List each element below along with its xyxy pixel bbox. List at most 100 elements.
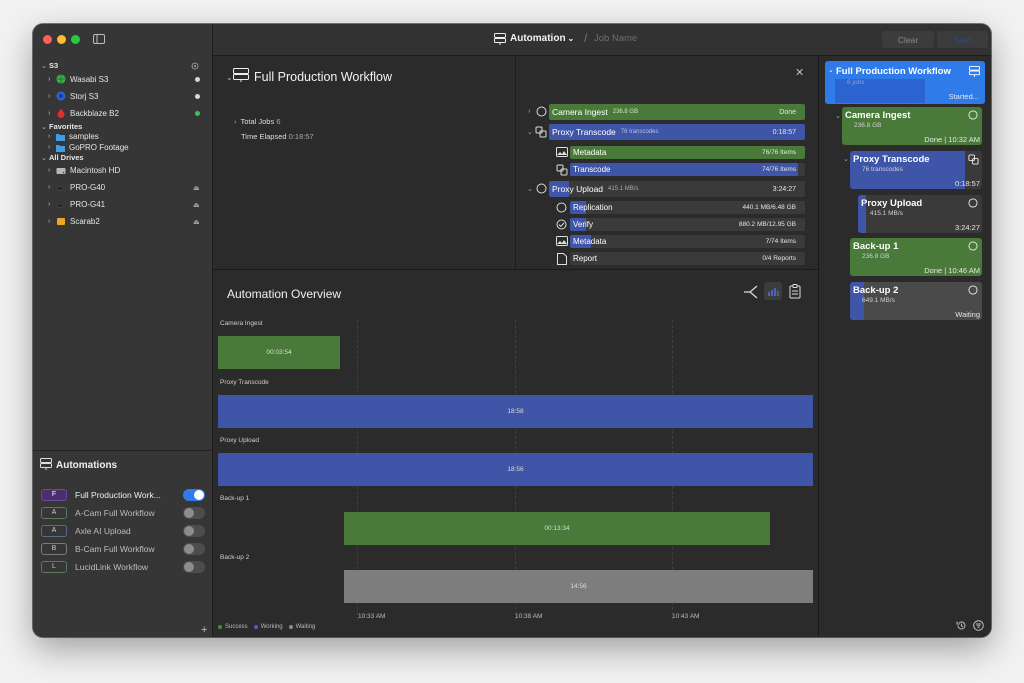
job-card-backup-2[interactable]: Back-up 2 649.1 MB/s Waiting: [850, 282, 982, 320]
transcode-icon: [535, 126, 547, 138]
add-automation-button[interactable]: +: [201, 624, 207, 636]
automation-toggle[interactable]: [183, 488, 205, 501]
step-label: Metadata: [573, 237, 607, 246]
automation-item-a-cam[interactable]: A A-Cam Full Workflow: [41, 505, 205, 520]
eject-icon[interactable]: ⏏: [193, 218, 200, 226]
sidebar-item-scarab2[interactable]: › Scarab2: [48, 217, 100, 226]
automation-toggle[interactable]: [183, 542, 205, 555]
sidebar-item-pro-g40[interactable]: › PRO-G40: [48, 183, 105, 192]
workflow-title: Full Production Workflow: [254, 70, 393, 84]
gantt-bar-proxy-transcode[interactable]: 18:58: [218, 395, 813, 428]
sidebar-item-gopro[interactable]: › GoPRO Footage: [48, 143, 129, 152]
chart-view-button[interactable]: [764, 282, 782, 300]
start-button[interactable]: Start: [937, 31, 988, 48]
settings-icon[interactable]: [191, 62, 199, 70]
job-card-title: Back-up 2: [853, 285, 899, 296]
step-verify[interactable]: Verify 880.2 MB/12.95 GB: [570, 218, 805, 231]
job-card-status: Done | 10:46 AM: [924, 266, 980, 275]
job-card-status: 0:18:57: [954, 179, 980, 188]
section-s3[interactable]: ⌄ S3: [41, 61, 58, 70]
total-jobs-row[interactable]: › Total Jobs 6: [234, 117, 281, 126]
step-metadata[interactable]: Metadata 76/76 Items: [570, 146, 805, 159]
globe-icon: [56, 74, 66, 84]
clear-button[interactable]: Clear: [882, 31, 934, 48]
step-label: Metadata: [573, 148, 607, 157]
automation-item-axle-ai[interactable]: A Axle AI Upload: [41, 523, 205, 538]
chevron-right-icon: ›: [48, 92, 51, 100]
step-proxy-upload[interactable]: Proxy Upload 415.1 MB/s 3:24:27: [549, 181, 805, 197]
external-drive-icon: [56, 203, 64, 207]
automation-item-full-production[interactable]: F Full Production Work...: [41, 487, 205, 502]
job-card-camera-ingest[interactable]: Camera Ingest 236.8 GB Done | 10:32 AM: [842, 107, 982, 145]
step-transcode[interactable]: Transcode 74/76 Items: [570, 163, 805, 176]
chevron-down-icon[interactable]: ⌄: [835, 112, 841, 120]
share-graph-icon[interactable]: [743, 285, 759, 299]
sidebar-item-storj[interactable]: › Storj S3: [48, 91, 98, 101]
step-camera-ingest[interactable]: Camera Ingest 236.8 GB Done: [549, 104, 805, 120]
time-axis-tick: 10:33 AM: [358, 613, 386, 620]
sidebar-toggle-icon[interactable]: [93, 34, 105, 44]
automation-stack-icon: [969, 66, 980, 77]
job-card-full-production[interactable]: ⌄ Full Production Workflow 6 jobs Starte…: [825, 61, 985, 104]
gantt-row-label: Proxy Upload: [220, 437, 260, 444]
step-metadata-upload[interactable]: Metadata 7/74 Items: [570, 235, 805, 248]
gantt-bar-camera-ingest[interactable]: 00:03:54: [218, 336, 340, 369]
automation-menu-button[interactable]: Automation ⌄: [510, 33, 574, 44]
job-card-backup-1[interactable]: Back-up 1 236.8 GB Done | 10:46 AM: [850, 238, 982, 276]
job-card-proxy-upload[interactable]: Proxy Upload 415.1 MB/s 3:24:27: [858, 195, 982, 233]
time-elapsed-row: Time Elapsed 0:18:57: [241, 132, 314, 141]
sidebar-item-samples[interactable]: › samples: [48, 132, 99, 141]
close-panel-button[interactable]: ✕: [795, 66, 804, 79]
sidebar-item-macintosh-hd[interactable]: › Macintosh HD: [48, 166, 120, 175]
hard-drive-icon: [56, 167, 66, 174]
clipboard-icon[interactable]: [789, 284, 801, 299]
external-drive-icon: [56, 186, 64, 190]
bar-chart-icon: [768, 288, 779, 296]
automation-toggle[interactable]: [183, 524, 205, 537]
automation-item-b-cam[interactable]: B B-Cam Full Workflow: [41, 541, 205, 556]
job-name-input[interactable]: Job Name: [594, 33, 637, 44]
sidebar-item-backblaze[interactable]: › Backblaze B2: [48, 108, 119, 118]
minimize-window-button[interactable]: [57, 35, 66, 44]
step-label: Proxy Transcode: [552, 127, 616, 137]
job-card-proxy-transcode[interactable]: Proxy Transcode 76 transcodes 0:18:57: [850, 151, 982, 189]
chevron-down-icon[interactable]: ⌄: [527, 185, 533, 193]
step-proxy-transcode[interactable]: Proxy Transcode 76 transcodes 0:18:57: [549, 124, 805, 140]
automation-stack-icon: [40, 458, 52, 470]
automation-item-lucidlink[interactable]: L LucidLink Workflow: [41, 559, 205, 574]
automations-title: Automations: [56, 460, 118, 471]
step-label: Report: [573, 254, 598, 263]
automation-toggle[interactable]: [183, 560, 205, 573]
eject-icon[interactable]: ⏏: [193, 201, 200, 209]
chevron-down-icon[interactable]: ⌄: [527, 128, 533, 136]
section-all-drives[interactable]: ⌄ All Drives: [41, 153, 84, 162]
automation-label: LucidLink Workflow: [75, 561, 149, 572]
history-icon[interactable]: [956, 620, 967, 631]
sidebar-item-pro-g41[interactable]: › PRO-G41: [48, 200, 105, 209]
gantt-bar-proxy-upload[interactable]: 18:56: [218, 453, 813, 486]
section-favorites[interactable]: ⌄ Favorites: [41, 122, 82, 131]
job-card-sub: 236.8 GB: [854, 122, 882, 129]
toolbar: Automation ⌄ / Job Name Clear Start: [213, 24, 991, 56]
image-icon: [556, 236, 568, 246]
step-status: 0/4 Reports: [762, 255, 796, 262]
status-ring-icon: [536, 106, 547, 117]
chevron-right-icon[interactable]: ›: [528, 108, 530, 115]
zoom-window-button[interactable]: [71, 35, 80, 44]
step-status: 880.2 MB/12.95 GB: [738, 221, 796, 228]
toggle-knob: [194, 489, 204, 500]
eject-icon[interactable]: ⏏: [193, 184, 200, 192]
legend-label: Working: [260, 624, 283, 630]
chevron-down-icon[interactable]: ⌄: [843, 155, 849, 163]
chevron-right-icon: ›: [48, 109, 51, 117]
step-report[interactable]: Report 0/4 Reports: [570, 252, 805, 265]
automation-toggle[interactable]: [183, 506, 205, 519]
gantt-bar-backup-1[interactable]: 00:13:34: [344, 512, 770, 545]
close-window-button[interactable]: [43, 35, 52, 44]
step-replication[interactable]: Replication 440.1 MB/6.48 GB: [570, 201, 805, 214]
step-label: Verify: [573, 220, 594, 229]
gantt-bar-backup-2[interactable]: 14:56: [344, 570, 813, 603]
legend-dot-working: [253, 625, 258, 629]
filter-icon[interactable]: [973, 620, 984, 631]
sidebar-item-wasabi[interactable]: › Wasabi S3: [48, 74, 108, 84]
